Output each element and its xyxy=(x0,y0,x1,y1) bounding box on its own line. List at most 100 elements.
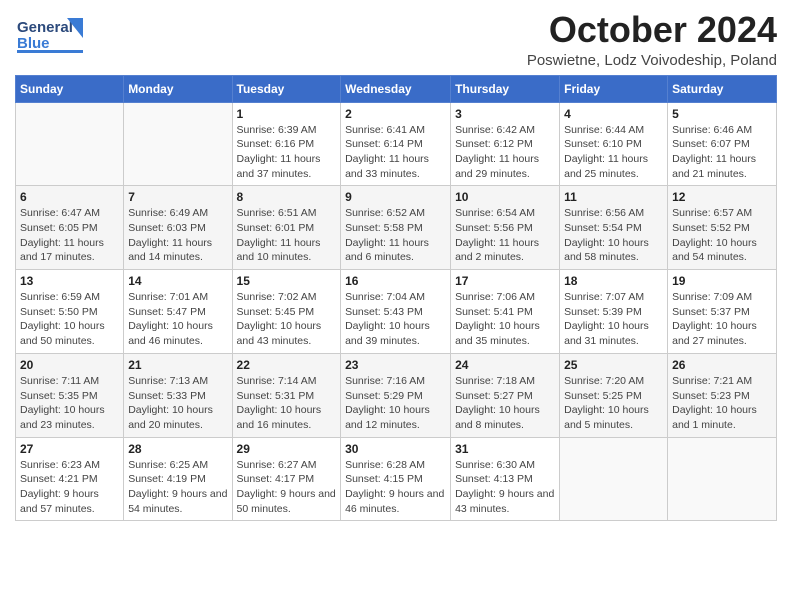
calendar-cell: 15Sunrise: 7:02 AM Sunset: 5:45 PM Dayli… xyxy=(232,270,341,354)
cell-info-text: Sunrise: 6:28 AM Sunset: 4:15 PM Dayligh… xyxy=(345,458,446,517)
cell-info-text: Sunrise: 6:57 AM Sunset: 5:52 PM Dayligh… xyxy=(672,206,772,265)
calendar-cell xyxy=(16,102,124,186)
calendar-cell: 23 Sunrise: 7:16 AM Sunset: 5:29 PM Dayli… xyxy=(341,353,451,437)
cell-info-text: Sunrise: 7:21 AM Sunset: 5:23 PM Dayligh… xyxy=(672,374,772,433)
cell-day-number: 8 xyxy=(237,190,337,204)
calendar-cell: 9 Sunrise: 6:52 AM Sunset: 5:58 PM Daylig… xyxy=(341,186,451,270)
calendar-cell: 12Sunrise: 6:57 AM Sunset: 5:52 PM Dayli… xyxy=(668,186,777,270)
calendar-cell: 24 Sunrise: 7:18 AM Sunset: 5:27 PM Dayli… xyxy=(451,353,560,437)
calendar-cell: 6 Sunrise: 6:47 AM Sunset: 6:05 PM Daylig… xyxy=(16,186,124,270)
cell-day-number: 29 xyxy=(237,442,337,456)
calendar-cell: 10 Sunrise: 6:54 AM Sunset: 5:56 PM Dayli… xyxy=(451,186,560,270)
month-title: October 2024 xyxy=(527,10,777,50)
cell-day-number: 31 xyxy=(455,442,555,456)
calendar-week-row: 27 Sunrise: 6:23 AM Sunset: 4:21 PM Dayli… xyxy=(16,437,777,521)
calendar-cell: 14Sunrise: 7:01 AM Sunset: 5:47 PM Dayli… xyxy=(124,270,232,354)
cell-info-text: Sunrise: 6:54 AM Sunset: 5:56 PM Dayligh… xyxy=(455,206,555,265)
calendar-week-row: 1Sunrise: 6:39 AM Sunset: 6:16 PM Daylig… xyxy=(16,102,777,186)
calendar-cell: 20Sunrise: 7:11 AM Sunset: 5:35 PM Dayli… xyxy=(16,353,124,437)
cell-info-text: Sunrise: 7:18 AM Sunset: 5:27 PM Dayligh… xyxy=(455,374,555,433)
cell-day-number: 10 xyxy=(455,190,555,204)
calendar-cell: 18 Sunrise: 7:07 AM Sunset: 5:39 PM Dayli… xyxy=(560,270,668,354)
weekday-row: SundayMondayTuesdayWednesdayThursdayFrid… xyxy=(16,75,777,102)
calendar-cell: 11 Sunrise: 6:56 AM Sunset: 5:54 PM Dayli… xyxy=(560,186,668,270)
calendar-cell: 26 Sunrise: 7:21 AM Sunset: 5:23 PM Dayli… xyxy=(668,353,777,437)
calendar-cell: 27 Sunrise: 6:23 AM Sunset: 4:21 PM Dayli… xyxy=(16,437,124,521)
calendar-cell: 29 Sunrise: 6:27 AM Sunset: 4:17 PM Dayli… xyxy=(232,437,341,521)
cell-info-text: Sunrise: 6:27 AM Sunset: 4:17 PM Dayligh… xyxy=(237,458,337,517)
cell-info-text: Sunrise: 6:23 AM Sunset: 4:21 PM Dayligh… xyxy=(20,458,119,517)
cell-day-number: 6 xyxy=(20,190,119,204)
cell-info-text: Sunrise: 6:30 AM Sunset: 4:13 PM Dayligh… xyxy=(455,458,555,517)
calendar-cell: 8 Sunrise: 6:51 AM Sunset: 6:01 PM Daylig… xyxy=(232,186,341,270)
cell-info-text: Sunrise: 6:39 AM Sunset: 6:16 PM Dayligh… xyxy=(237,123,337,182)
cell-info-text: Sunrise: 7:02 AM Sunset: 5:45 PM Dayligh… xyxy=(237,290,337,349)
title-block: October 2024 Poswietne, Lodz Voivodeship… xyxy=(527,10,777,69)
weekday-header: Sunday xyxy=(16,75,124,102)
cell-info-text: Sunrise: 7:09 AM Sunset: 5:37 PM Dayligh… xyxy=(672,290,772,349)
cell-day-number: 20 xyxy=(20,358,119,372)
calendar-cell: 17 Sunrise: 7:06 AM Sunset: 5:41 PM Dayli… xyxy=(451,270,560,354)
cell-info-text: Sunrise: 6:41 AM Sunset: 6:14 PM Dayligh… xyxy=(345,123,446,182)
cell-info-text: Sunrise: 7:14 AM Sunset: 5:31 PM Dayligh… xyxy=(237,374,337,433)
calendar-cell: 2 Sunrise: 6:41 AM Sunset: 6:14 PM Daylig… xyxy=(341,102,451,186)
cell-info-text: Sunrise: 7:16 AM Sunset: 5:29 PM Dayligh… xyxy=(345,374,446,433)
cell-day-number: 7 xyxy=(128,190,227,204)
cell-day-number: 21 xyxy=(128,358,227,372)
cell-day-number: 5 xyxy=(672,107,772,121)
calendar-cell: 7Sunrise: 6:49 AM Sunset: 6:03 PM Daylig… xyxy=(124,186,232,270)
calendar-cell: 22 Sunrise: 7:14 AM Sunset: 5:31 PM Dayli… xyxy=(232,353,341,437)
calendar-cell xyxy=(560,437,668,521)
cell-day-number: 22 xyxy=(237,358,337,372)
cell-info-text: Sunrise: 7:07 AM Sunset: 5:39 PM Dayligh… xyxy=(564,290,663,349)
calendar-cell: 30 Sunrise: 6:28 AM Sunset: 4:15 PM Dayli… xyxy=(341,437,451,521)
cell-info-text: Sunrise: 6:52 AM Sunset: 5:58 PM Dayligh… xyxy=(345,206,446,265)
cell-info-text: Sunrise: 6:59 AM Sunset: 5:50 PM Dayligh… xyxy=(20,290,119,349)
calendar-cell: 28Sunrise: 6:25 AM Sunset: 4:19 PM Dayli… xyxy=(124,437,232,521)
weekday-header: Friday xyxy=(560,75,668,102)
cell-day-number: 18 xyxy=(564,274,663,288)
svg-text:Blue: Blue xyxy=(17,35,50,52)
calendar-cell: 19Sunrise: 7:09 AM Sunset: 5:37 PM Dayli… xyxy=(668,270,777,354)
cell-info-text: Sunrise: 6:46 AM Sunset: 6:07 PM Dayligh… xyxy=(672,123,772,182)
calendar-cell: 4 Sunrise: 6:44 AM Sunset: 6:10 PM Daylig… xyxy=(560,102,668,186)
calendar-week-row: 6 Sunrise: 6:47 AM Sunset: 6:05 PM Daylig… xyxy=(16,186,777,270)
logo-svg: General Blue xyxy=(15,10,85,60)
cell-info-text: Sunrise: 7:13 AM Sunset: 5:33 PM Dayligh… xyxy=(128,374,227,433)
logo: General Blue xyxy=(15,10,85,60)
weekday-header: Thursday xyxy=(451,75,560,102)
cell-day-number: 2 xyxy=(345,107,446,121)
calendar-cell: 13 Sunrise: 6:59 AM Sunset: 5:50 PM Dayli… xyxy=(16,270,124,354)
cell-day-number: 11 xyxy=(564,190,663,204)
calendar-cell: 5 Sunrise: 6:46 AM Sunset: 6:07 PM Daylig… xyxy=(668,102,777,186)
cell-info-text: Sunrise: 6:47 AM Sunset: 6:05 PM Dayligh… xyxy=(20,206,119,265)
cell-day-number: 4 xyxy=(564,107,663,121)
calendar-table: SundayMondayTuesdayWednesdayThursdayFrid… xyxy=(15,75,777,522)
cell-info-text: Sunrise: 7:06 AM Sunset: 5:41 PM Dayligh… xyxy=(455,290,555,349)
weekday-header: Saturday xyxy=(668,75,777,102)
cell-day-number: 26 xyxy=(672,358,772,372)
cell-day-number: 3 xyxy=(455,107,555,121)
cell-info-text: Sunrise: 7:01 AM Sunset: 5:47 PM Dayligh… xyxy=(128,290,227,349)
cell-day-number: 9 xyxy=(345,190,446,204)
calendar-body: 1Sunrise: 6:39 AM Sunset: 6:16 PM Daylig… xyxy=(16,102,777,521)
cell-day-number: 17 xyxy=(455,274,555,288)
calendar-cell: 21 Sunrise: 7:13 AM Sunset: 5:33 PM Dayli… xyxy=(124,353,232,437)
calendar-cell xyxy=(124,102,232,186)
cell-day-number: 13 xyxy=(20,274,119,288)
calendar-cell: 16 Sunrise: 7:04 AM Sunset: 5:43 PM Dayli… xyxy=(341,270,451,354)
cell-info-text: Sunrise: 6:44 AM Sunset: 6:10 PM Dayligh… xyxy=(564,123,663,182)
calendar-header: SundayMondayTuesdayWednesdayThursdayFrid… xyxy=(16,75,777,102)
cell-day-number: 16 xyxy=(345,274,446,288)
calendar-cell: 31 Sunrise: 6:30 AM Sunset: 4:13 PM Dayli… xyxy=(451,437,560,521)
cell-day-number: 23 xyxy=(345,358,446,372)
weekday-header: Monday xyxy=(124,75,232,102)
cell-day-number: 27 xyxy=(20,442,119,456)
cell-info-text: Sunrise: 6:42 AM Sunset: 6:12 PM Dayligh… xyxy=(455,123,555,182)
page-header: General Blue October 2024 Poswietne, Lod… xyxy=(15,10,777,69)
cell-info-text: Sunrise: 6:51 AM Sunset: 6:01 PM Dayligh… xyxy=(237,206,337,265)
cell-info-text: Sunrise: 7:04 AM Sunset: 5:43 PM Dayligh… xyxy=(345,290,446,349)
cell-info-text: Sunrise: 6:56 AM Sunset: 5:54 PM Dayligh… xyxy=(564,206,663,265)
cell-day-number: 24 xyxy=(455,358,555,372)
cell-day-number: 30 xyxy=(345,442,446,456)
